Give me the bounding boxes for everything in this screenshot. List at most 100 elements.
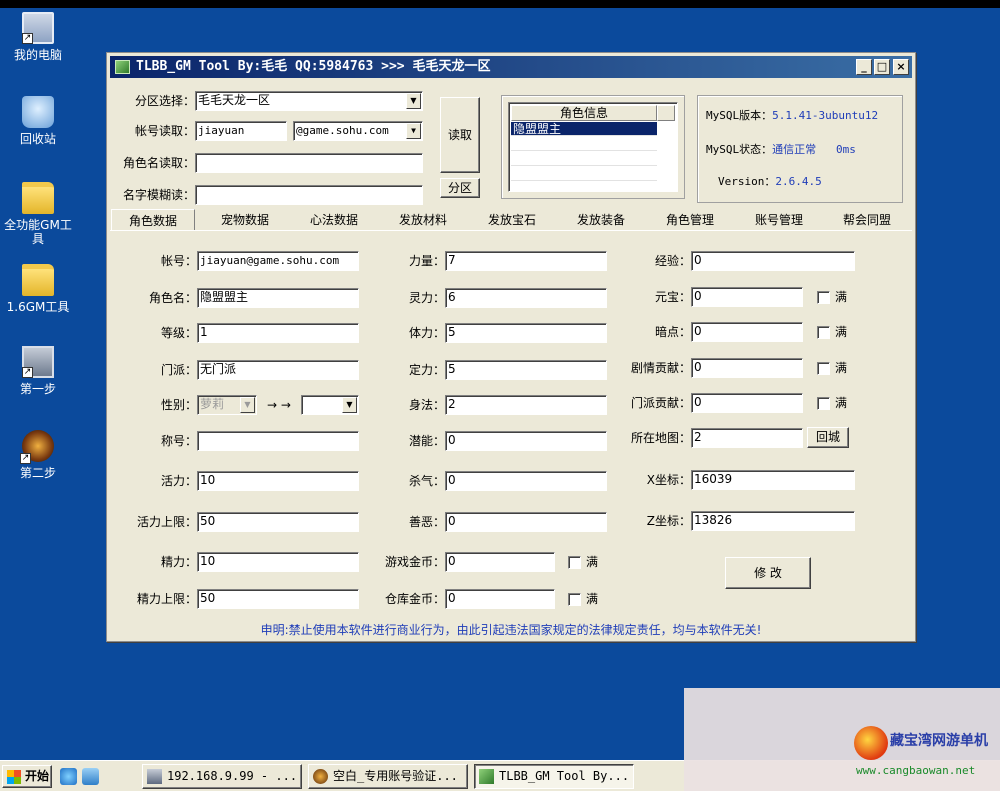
role-name-input[interactable]: 隐盟盟主 [197, 288, 359, 308]
list-item[interactable]: 隐盟盟主 [511, 122, 657, 136]
window-title: TLBB_GM Tool By:毛毛 QQ:5984763 >>> 毛毛天龙一区 [136, 59, 491, 74]
strength-input[interactable]: 7 [445, 251, 607, 271]
desktop-icon-step-two[interactable]: ↗ 第二步 [0, 430, 76, 480]
fuzzy-read-input[interactable] [195, 185, 423, 205]
close-button[interactable]: × [893, 59, 909, 75]
start-button[interactable]: 开始 [2, 765, 52, 788]
z-coord-input[interactable]: 13826 [691, 511, 855, 531]
windows-logo-icon [7, 770, 21, 784]
chevron-down-icon[interactable]: ▼ [342, 397, 357, 413]
taskbar-item-remote[interactable]: 192.168.9.99 - ... [142, 764, 302, 789]
gm-tool-window: TLBB_GM Tool By:毛毛 QQ:5984763 >>> 毛毛天龙一区… [106, 52, 916, 642]
tab-role-manage[interactable]: 角色管理 [650, 209, 730, 231]
morality-input[interactable]: 0 [445, 512, 607, 532]
taskbar-item-gm-tool[interactable]: TLBB_GM Tool By... [474, 764, 634, 789]
taskbar-item-label: 空白_专用账号验证... [333, 769, 458, 783]
energy-max-input[interactable]: 50 [197, 589, 359, 609]
domain-select[interactable]: @game.sohu.com ▼ [293, 121, 423, 141]
vitality-max-input[interactable]: 50 [197, 512, 359, 532]
sect-input[interactable]: 无门派 [197, 360, 359, 380]
energy-input[interactable]: 10 [197, 552, 359, 572]
chevron-down-icon[interactable]: ▼ [406, 123, 421, 139]
tab-skill-data[interactable]: 心法数据 [294, 209, 374, 231]
tab-send-equip[interactable]: 发放装备 [561, 209, 641, 231]
desktop-icon-step-one[interactable]: ↗ 第一步 [0, 346, 76, 396]
recycle-bin-icon [22, 96, 54, 128]
story-contrib-label: 剧情贡献： [630, 361, 691, 375]
mysql-version-value: 5.1.41-3ubuntu12 [772, 109, 879, 122]
yuanbao-full-checkbox[interactable] [817, 291, 830, 304]
energy-label: 精力： [160, 555, 197, 569]
constitution-input[interactable]: 5 [445, 323, 607, 343]
role-listview[interactable]: 角色信息 隐盟盟主 [508, 102, 678, 192]
level-input[interactable]: 1 [197, 323, 359, 343]
taskbar-item-account-verify[interactable]: 空白_专用账号验证... [308, 764, 468, 789]
x-coord-input[interactable]: 16039 [691, 470, 855, 490]
title-label: 称号： [160, 434, 197, 448]
yuanbao-input[interactable]: 0 [691, 287, 803, 307]
desktop-icon-recycle-bin[interactable]: 回收站 [0, 96, 76, 146]
focus-input[interactable]: 5 [445, 360, 607, 380]
title-input[interactable] [197, 431, 359, 451]
zone-select[interactable]: 毛毛天龙一区 ▼ [195, 91, 423, 111]
account-label: 帐号： [160, 254, 197, 268]
secret-point-full-checkbox[interactable] [817, 326, 830, 339]
story-contrib-input[interactable]: 0 [691, 358, 803, 378]
agility-input[interactable]: 2 [445, 395, 607, 415]
map-input[interactable]: 2 [691, 428, 803, 448]
game-gold-full-checkbox[interactable] [568, 556, 581, 569]
read-button[interactable]: 读取 [440, 97, 480, 173]
potential-input[interactable]: 0 [445, 431, 607, 451]
window-titlebar[interactable]: TLBB_GM Tool By:毛毛 QQ:5984763 >>> 毛毛天龙一区… [110, 56, 912, 78]
account-read-input[interactable]: jiayuan [195, 121, 287, 141]
bank-gold-full-checkbox[interactable] [568, 593, 581, 606]
experience-input[interactable]: 0 [691, 251, 855, 271]
story-contrib-full-label: 满 [835, 361, 848, 375]
sect-contrib-full-checkbox[interactable] [817, 397, 830, 410]
terminal-icon [147, 769, 162, 784]
chevron-down-icon[interactable]: ▼ [406, 93, 421, 109]
role-list-header[interactable]: 角色信息 [511, 105, 657, 121]
secret-point-input[interactable]: 0 [691, 322, 803, 342]
x-coord-label: X坐标： [646, 473, 691, 487]
tab-send-material[interactable]: 发放材料 [383, 209, 463, 231]
kill-aura-input[interactable]: 0 [445, 471, 607, 491]
game-gold-input[interactable]: 0 [445, 552, 555, 572]
minimize-button[interactable]: _ [856, 59, 872, 75]
spirit-input[interactable]: 6 [445, 288, 607, 308]
show-desktop-icon[interactable] [82, 768, 99, 785]
account-input[interactable]: jiayuan@game.sohu.com [197, 251, 359, 271]
maximize-button[interactable]: □ [874, 59, 890, 75]
tab-send-gem[interactable]: 发放宝石 [472, 209, 552, 231]
role-name-read-input[interactable] [195, 153, 423, 173]
game-icon: ↗ [20, 430, 54, 464]
desktop-icon-my-computer[interactable]: ↗ 我的电脑 [0, 12, 76, 62]
role-name-label: 角色名： [148, 291, 197, 305]
desktop-icon-full-gm-tool[interactable]: 全功能GM工具 [0, 182, 76, 246]
tab-pet-data[interactable]: 宠物数据 [205, 209, 285, 231]
vitality-input[interactable]: 10 [197, 471, 359, 491]
desktop-icon-label: 我的电脑 [13, 48, 62, 62]
modify-button[interactable]: 修 改 [725, 557, 811, 589]
internet-explorer-icon[interactable] [60, 768, 77, 785]
mysql-status-label: MySQL状态： [706, 143, 773, 156]
story-contrib-full-checkbox[interactable] [817, 362, 830, 375]
zone-label: 分区选择： [134, 94, 195, 108]
desktop-icon-gm-tool-16[interactable]: 1.6GM工具 [0, 264, 76, 314]
tab-role-data[interactable]: 角色数据 [111, 209, 195, 231]
gender-select: 萝莉 ▼ [197, 395, 257, 415]
secret-point-label: 暗点： [654, 325, 691, 339]
list-item-empty [511, 167, 657, 181]
return-city-button[interactable]: 回城 [807, 427, 849, 448]
zone-button[interactable]: 分区 [440, 178, 480, 198]
tool-version-label: Version： [718, 175, 776, 188]
watermark-url: www.cangbaowan.net [856, 764, 976, 777]
gender-target-select[interactable]: ▼ [301, 395, 359, 415]
tab-account-manage[interactable]: 账号管理 [739, 209, 819, 231]
watermark-title: 藏宝湾网游单机 [890, 733, 988, 749]
domain-select-value: @game.sohu.com [296, 124, 389, 137]
bank-gold-input[interactable]: 0 [445, 589, 555, 609]
bank-gold-label: 仓库金币： [384, 592, 445, 606]
sect-contrib-input[interactable]: 0 [691, 393, 803, 413]
tab-guild-alliance[interactable]: 帮会同盟 [827, 209, 907, 231]
